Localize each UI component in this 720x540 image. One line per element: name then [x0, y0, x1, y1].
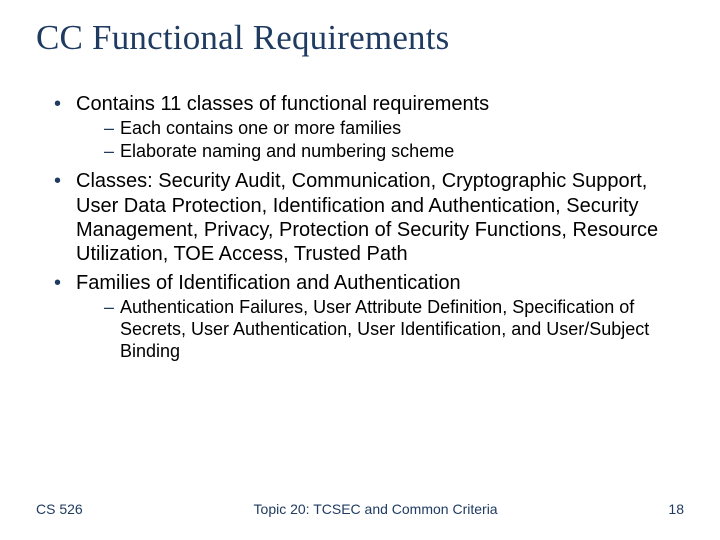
bullet-text: Contains 11 classes of functional requir… [76, 93, 489, 115]
bullet-item: Classes: Security Audit, Communication, … [54, 169, 684, 267]
footer-page-number: 18 [668, 501, 684, 517]
footer-topic: Topic 20: TCSEC and Common Criteria [83, 501, 669, 519]
sub-bullet-list: Each contains one or more families Elabo… [76, 118, 684, 163]
sub-bullet-item: Each contains one or more families [104, 118, 684, 140]
slide-footer: CS 526 Topic 20: TCSEC and Common Criter… [0, 501, 720, 519]
bullet-list: Contains 11 classes of functional requir… [36, 92, 684, 363]
bullet-text: Families of Identification and Authentic… [76, 272, 461, 294]
bullet-item: Families of Identification and Authentic… [54, 271, 684, 363]
slide: CC Functional Requirements Contains 11 c… [0, 0, 720, 540]
sub-bullet-item: Elaborate naming and numbering scheme [104, 141, 684, 163]
bullet-item: Contains 11 classes of functional requir… [54, 92, 684, 163]
sub-bullet-list: Authentication Failures, User Attribute … [76, 297, 684, 363]
sub-bullet-item: Authentication Failures, User Attribute … [104, 297, 684, 363]
footer-course-code: CS 526 [36, 501, 83, 517]
slide-title: CC Functional Requirements [36, 18, 684, 58]
